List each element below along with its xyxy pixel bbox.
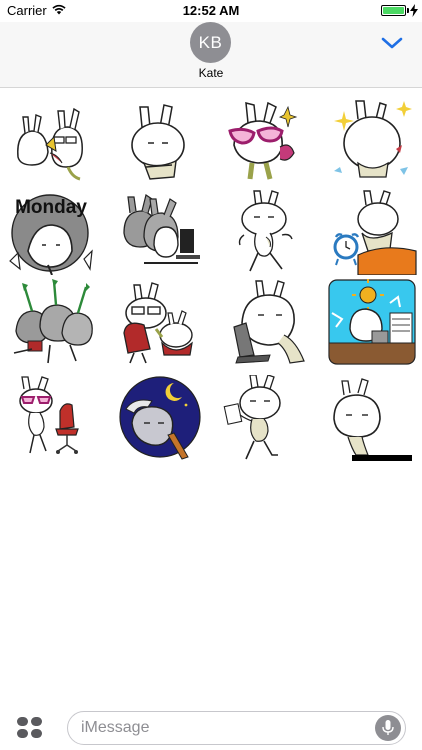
sticker-rabbit-red-chair[interactable] [12, 375, 102, 461]
charging-bolt-icon [410, 4, 418, 17]
conversation-header: KB Kate [0, 22, 422, 88]
sticker-rabbit-peeking[interactable] [328, 375, 418, 461]
battery-level-fill [383, 7, 404, 14]
message-input[interactable] [67, 711, 406, 745]
sticker-rabbit-monday[interactable]: Monday [6, 189, 96, 275]
battery-icon [381, 5, 406, 16]
sticker-rabbit-pair-whisper[interactable] [10, 97, 100, 183]
sticker-rabbit-laptop[interactable] [228, 279, 318, 365]
status-time: 12:52 AM [182, 3, 240, 18]
app-drawer-icon[interactable] [17, 717, 43, 739]
contact-name[interactable]: Kate [0, 66, 422, 80]
status-bar: Carrier 12:52 AM [0, 0, 422, 22]
sticker-rabbit-arms-crossed[interactable] [116, 97, 206, 183]
message-input-bar [0, 700, 422, 750]
battery-terminal [407, 8, 409, 13]
sticker-grid: Monday [0, 89, 422, 469]
sticker-rabbits-arrows[interactable] [10, 279, 100, 365]
sticker-rabbit-walking-paper[interactable] [222, 375, 312, 461]
contact-avatar[interactable]: KB [190, 22, 231, 63]
sticker-rabbit-pink-glasses[interactable] [222, 97, 312, 183]
microphone-icon [382, 720, 394, 735]
monday-caption: Monday [15, 197, 87, 218]
sticker-rabbit-moon-night[interactable] [116, 375, 206, 461]
sticker-rabbit-dancing[interactable] [222, 189, 312, 275]
sticker-rabbit-alarm-clock[interactable] [328, 189, 418, 275]
sticker-rabbit-office-chair-pair[interactable] [116, 279, 206, 365]
sticker-rabbit-desk-papers[interactable] [328, 279, 418, 365]
microphone-button[interactable] [375, 715, 401, 741]
sticker-rabbits-at-computer[interactable] [114, 189, 204, 275]
sticker-rabbit-sparkles[interactable] [328, 97, 418, 183]
chevron-down-icon[interactable] [381, 36, 403, 50]
